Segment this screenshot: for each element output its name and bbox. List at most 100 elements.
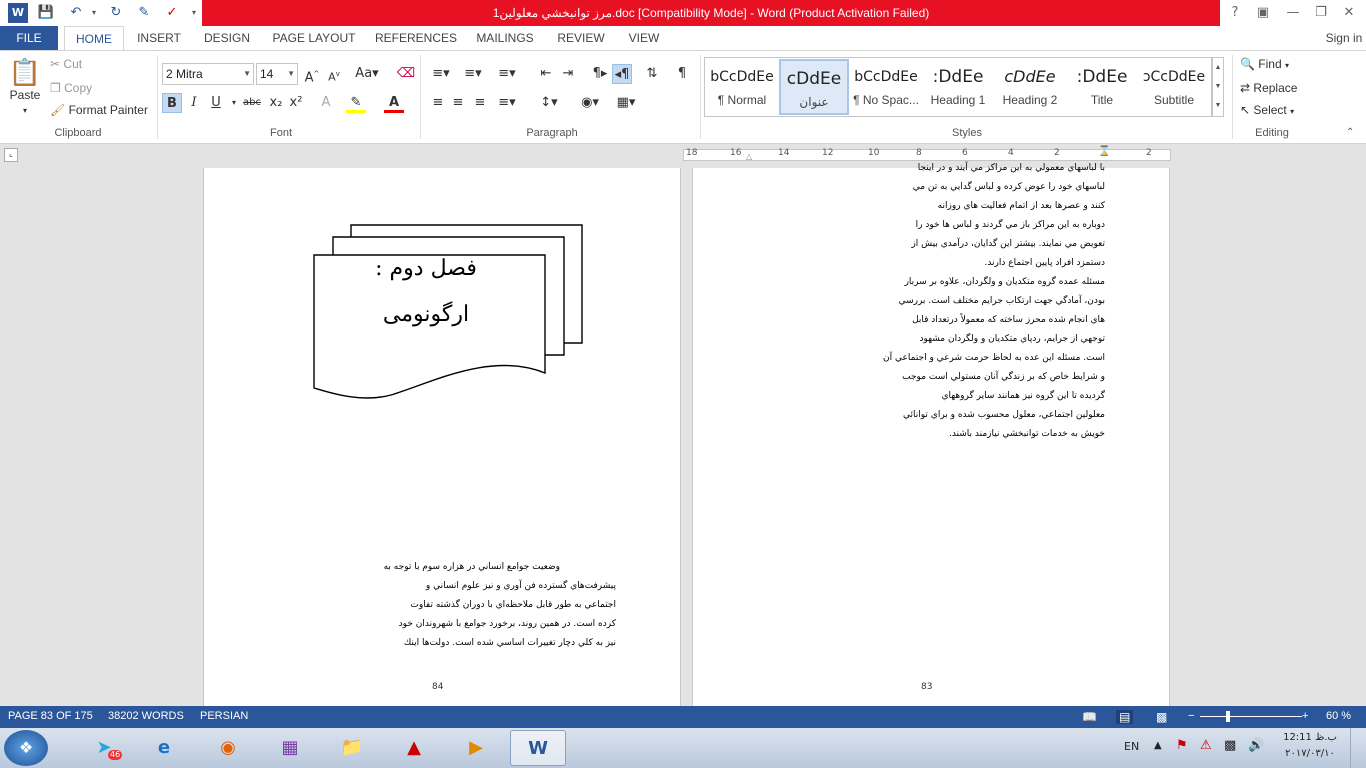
justify-icon[interactable]: ≡▾ (494, 93, 520, 113)
explorer-taskbar-icon[interactable]: 📁 (324, 730, 380, 766)
tab-page-layout[interactable]: PAGE LAYOUT (268, 26, 360, 50)
web-layout-icon[interactable]: ▩ (1156, 710, 1167, 724)
tab-view[interactable]: VIEW (622, 26, 666, 50)
line-spacing-icon[interactable]: ↕▾ (536, 93, 562, 113)
style-normal[interactable]: bCcDdEe ¶ Normal (707, 59, 777, 115)
media-player-taskbar-icon[interactable]: ▶ (448, 730, 504, 766)
tray-expand-icon[interactable]: ▲ (1154, 740, 1162, 751)
clear-formatting-icon[interactable]: ⌫ (396, 64, 416, 84)
change-case-icon[interactable]: Aa▾ (352, 64, 382, 84)
tab-insert[interactable]: INSERT (132, 26, 186, 50)
shrink-font-icon[interactable]: Av (324, 64, 344, 84)
increase-indent-icon[interactable]: ⇥ (558, 64, 578, 84)
sort-icon[interactable]: ⇅ (642, 64, 662, 84)
print-layout-icon[interactable]: ▤ (1116, 710, 1134, 724)
close-button[interactable]: ✕ (1338, 3, 1360, 23)
zoom-slider-thumb[interactable] (1226, 711, 1230, 722)
read-mode-icon[interactable]: 📖 (1082, 710, 1097, 724)
chevron-down-icon[interactable]: ▼ (243, 64, 251, 84)
save-icon[interactable]: 💾 (36, 3, 56, 23)
superscript-button[interactable]: x² (286, 93, 306, 113)
grow-font-icon[interactable]: A^ (302, 64, 322, 85)
tab-review[interactable]: REVIEW (552, 26, 610, 50)
align-center-icon[interactable]: ≡ (448, 93, 468, 113)
numbering-icon[interactable]: ≡▾ (460, 64, 486, 84)
font-color-icon[interactable]: A (384, 93, 404, 113)
format-painter-button[interactable]: 🖌 Format Painter (50, 103, 148, 117)
page-84[interactable]: فصل دوم : ارگونومی وضعيت جوامع انساني در… (203, 168, 681, 708)
ribbon-display-button[interactable]: ▣ (1252, 3, 1274, 23)
style-no-spacing[interactable]: bCcDdEe ¶ No Spac... (851, 59, 921, 115)
highlight-icon[interactable]: ✎ (346, 93, 366, 113)
borders-icon[interactable]: ▦▾ (612, 93, 640, 113)
help-button[interactable]: ? (1224, 3, 1246, 23)
restore-button[interactable]: ❐ (1310, 3, 1332, 23)
align-right-icon[interactable]: ≡ (470, 93, 490, 113)
multilevel-list-icon[interactable]: ≡▾ (492, 64, 522, 84)
right-indent-marker-icon[interactable]: ⌛ (1098, 146, 1110, 157)
tab-file[interactable]: FILE (0, 26, 58, 50)
undo-dropdown-icon[interactable]: ▾ (84, 3, 104, 23)
security-icon[interactable]: ⚠ (1200, 738, 1212, 753)
text-effects-icon[interactable]: A (316, 93, 336, 113)
chevron-down-icon[interactable]: ▼ (287, 64, 295, 84)
show-desktop-button[interactable] (1350, 728, 1366, 768)
word-logo-icon[interactable]: W (8, 3, 28, 23)
show-marks-button[interactable]: ¶ (672, 64, 692, 84)
redo-icon[interactable]: ↻ (106, 3, 126, 23)
tab-mailings[interactable]: MAILINGS (472, 26, 538, 50)
customize-qat-icon[interactable]: ▾ (184, 3, 204, 23)
zoom-in-icon[interactable]: + (1302, 710, 1308, 722)
tab-home[interactable]: HOME (64, 26, 124, 51)
clock-time[interactable]: 12:11 ب.ظ (1280, 732, 1340, 743)
input-language[interactable]: EN (1124, 740, 1139, 753)
find-button[interactable]: 🔍 Find ▾ (1240, 57, 1289, 71)
clock-date[interactable]: ۲۰۱۷/۰۳/۱۰ (1280, 748, 1340, 759)
align-left-icon[interactable]: ≡ (428, 93, 448, 113)
minimize-button[interactable]: — (1282, 3, 1304, 23)
undo-icon[interactable]: ↶ (66, 3, 86, 23)
shading-icon[interactable]: ◉▾ (576, 93, 604, 113)
decrease-indent-icon[interactable]: ⇤ (536, 64, 556, 84)
flag-icon[interactable]: ⚑ (1176, 738, 1188, 753)
word-count[interactable]: 38202 WORDS (108, 710, 184, 722)
style-subtitle[interactable]: ɔCcDdEe Subtitle (1139, 59, 1209, 115)
network-icon[interactable]: ▩ (1224, 738, 1236, 753)
winrar-taskbar-icon[interactable]: ▦ (262, 730, 318, 766)
font-size-combo[interactable]: 14 ▼ (256, 63, 298, 85)
style-heading-arabic[interactable]: cDdEe عنوان (779, 59, 849, 115)
font-name-combo[interactable]: 2 Mitra ▼ (162, 63, 254, 85)
strikethrough-button[interactable]: abc (240, 93, 264, 113)
bold-button[interactable]: B (162, 93, 182, 113)
style-heading-2[interactable]: cDdEe Heading 2 (995, 59, 1065, 115)
cut-button[interactable]: ✂ Cut (50, 57, 82, 71)
page-count[interactable]: PAGE 83 OF 175 (8, 710, 93, 722)
rtl-direction-icon[interactable]: ◂¶ (612, 64, 632, 84)
underline-button[interactable]: U (206, 93, 226, 113)
word-taskbar-icon[interactable]: W (510, 730, 566, 766)
select-button[interactable]: ↖ Select ▾ (1240, 103, 1294, 117)
language-status[interactable]: PERSIAN (200, 710, 248, 722)
tab-selector-icon[interactable]: ⌞ (4, 148, 18, 162)
replace-button[interactable]: ⇄ Replace (1240, 81, 1297, 95)
tab-references[interactable]: REFERENCES (372, 26, 460, 50)
bullets-icon[interactable]: ≡▾ (428, 64, 454, 84)
styles-scroll[interactable]: ▲ ▼ ▼ (1212, 57, 1224, 117)
paste-button[interactable]: 📋 Paste ▾ (8, 57, 42, 117)
autocad-taskbar-icon[interactable]: ▲ (386, 730, 442, 766)
zoom-level[interactable]: 60 % (1326, 710, 1351, 722)
italic-button[interactable]: I (184, 93, 204, 113)
edit-icon[interactable]: ✎ (134, 3, 154, 23)
volume-icon[interactable]: 🔊 (1248, 738, 1264, 753)
tab-design[interactable]: DESIGN (198, 26, 256, 50)
indent-marker-icon[interactable]: △ (746, 152, 752, 161)
sign-in-link[interactable]: Sign in (1322, 26, 1366, 50)
subscript-button[interactable]: x₂ (266, 93, 286, 113)
ie-taskbar-icon[interactable]: e (136, 730, 192, 766)
page-83[interactable]: با لباسهاي معمولي به اين مراكز مي آيند و… (692, 163, 1170, 708)
zoom-out-icon[interactable]: − (1188, 710, 1194, 722)
style-title[interactable]: :DdEe Title (1067, 59, 1137, 115)
copy-button[interactable]: ❐ Copy (50, 81, 92, 95)
telegram-taskbar-icon[interactable]: ➤ 46 (76, 730, 132, 766)
start-button[interactable]: ❖ (4, 730, 48, 766)
